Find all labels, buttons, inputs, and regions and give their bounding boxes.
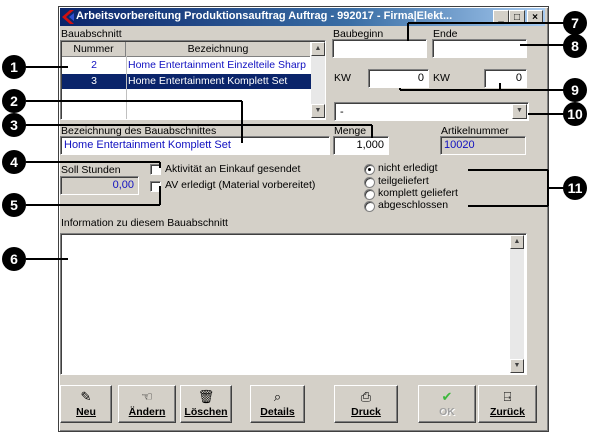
callout-marker: 3 xyxy=(2,113,26,137)
callout-marker: 8 xyxy=(563,34,587,58)
callout-marker: 9 xyxy=(563,78,587,102)
callout-marker: 10 xyxy=(563,102,587,126)
callout-marker: 2 xyxy=(2,89,26,113)
callout-marker: 11 xyxy=(563,176,587,200)
callout-lines xyxy=(26,22,570,260)
callout-marker: 1 xyxy=(2,55,26,79)
callout-marker: 5 xyxy=(2,193,26,217)
callout-marker: 7 xyxy=(563,11,587,35)
callout-marker: 4 xyxy=(2,150,26,174)
callout-marker: 6 xyxy=(2,247,26,271)
